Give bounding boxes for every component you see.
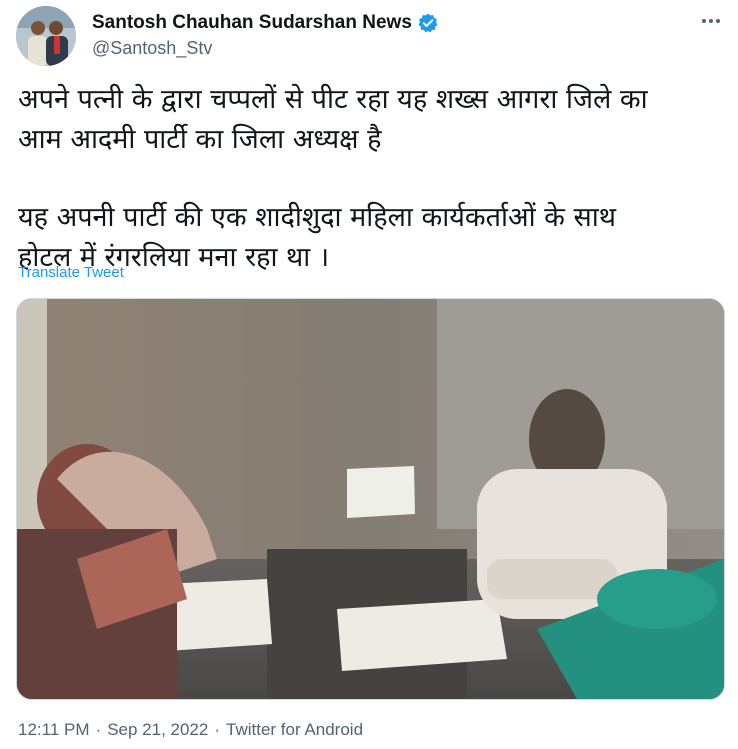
tweet-text-line: यह अपनी पार्टी की एक शादीशुदा महिला कार्…: [18, 202, 616, 233]
tweet-text-line: आम आदमी पार्टी का जिला अध्यक्ष है: [18, 124, 382, 155]
tweet-header: Santosh Chauhan Sudarshan News @Santosh_…: [16, 4, 722, 68]
author-handle[interactable]: @Santosh_Stv: [92, 38, 212, 59]
tweet-meta: 12:11 PM · Sep 21, 2022 · Twitter for An…: [18, 720, 363, 740]
avatar[interactable]: [16, 6, 76, 66]
video-frame-image: [17, 299, 724, 699]
translate-tweet-link[interactable]: Translate Tweet: [18, 264, 124, 281]
tweet-text-line: अपने पत्नी के द्वारा चप्पलों से पीट रहा …: [18, 84, 648, 115]
author-display-name[interactable]: Santosh Chauhan Sudarshan News: [92, 12, 412, 34]
tweet-date[interactable]: Sep 21, 2022: [107, 720, 208, 740]
meta-separator: ·: [95, 720, 102, 739]
more-options-icon[interactable]: [700, 10, 722, 32]
verified-badge-icon: [417, 12, 439, 34]
tweet-time[interactable]: 12:11 PM: [18, 720, 90, 740]
tweet-video-media[interactable]: [16, 298, 725, 700]
meta-separator: ·: [214, 720, 221, 739]
tweet-source[interactable]: Twitter for Android: [226, 720, 363, 740]
tweet-text: अपने पत्नी के द्वारा चप्पलों से पीट रहा …: [18, 80, 718, 278]
